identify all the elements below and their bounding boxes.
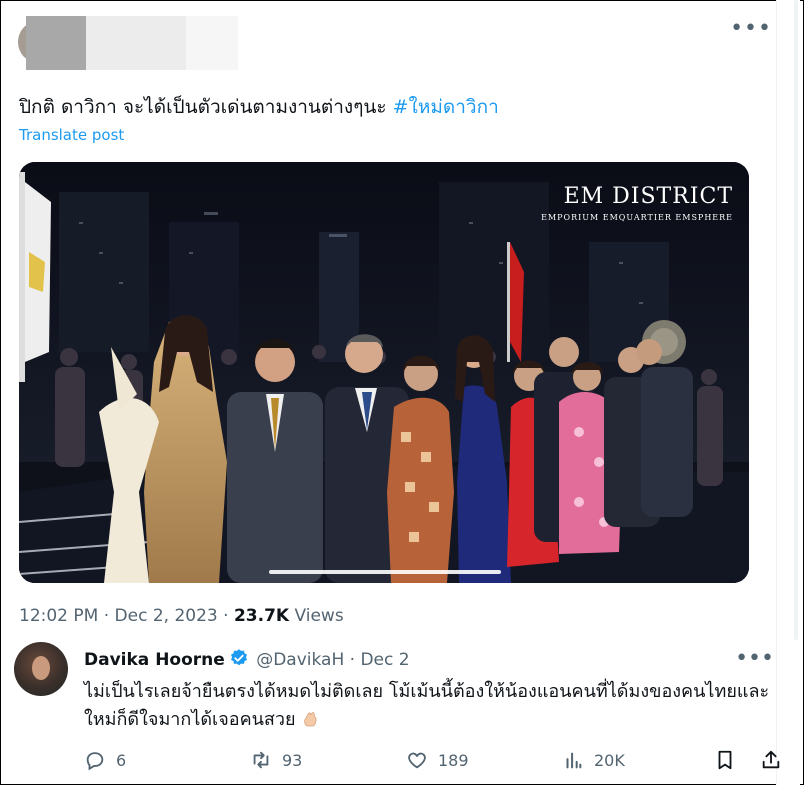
post-body: ปิกติ ดาวิกา จะได้เป็นตัวเด่นตามงานต่างๆ… (19, 96, 393, 118)
reply-button[interactable]: 6 (84, 746, 126, 774)
meta-separator: · (223, 606, 229, 626)
views-button[interactable]: 20K (562, 746, 625, 774)
reply-author-name[interactable]: Davika Hoorne (84, 650, 225, 670)
scrollbar-thumb[interactable] (794, 0, 798, 640)
reply-more-icon[interactable]: ••• (735, 648, 774, 670)
reply-icon (86, 752, 104, 771)
views-icon (566, 752, 582, 769)
reply-actions: 6 93 189 20K (84, 746, 784, 774)
reply-separator: · (349, 650, 356, 670)
translate-post-link[interactable]: Translate post (19, 126, 124, 144)
more-icon[interactable]: ••• (730, 18, 772, 40)
author-handle-blurred (86, 16, 186, 70)
reply-avatar[interactable] (14, 642, 68, 696)
post-text: ปิกติ ดาวิกา จะได้เป็นตัวเด่นตามงานต่างๆ… (19, 92, 499, 122)
reply-text: ไม่เป็นไรเลยจ้ายืนตรงได้หมดไม่ติดเลย โม้… (84, 681, 770, 730)
post-date[interactable]: Dec 2, 2023 (115, 606, 218, 626)
reply-post[interactable]: Davika Hoorne @DavikaH · Dec 2 ••• ไม่เป… (14, 642, 784, 782)
reply-date[interactable]: Dec 2 (360, 650, 409, 670)
repost-count: 93 (282, 750, 303, 770)
reply-author-handle[interactable]: @DavikaH (256, 650, 344, 670)
em-district-logo: EM DISTRICT EMPORIUM EMQUARTIER EMSPHERE (541, 184, 733, 222)
reply-count: 6 (116, 750, 127, 770)
bookmark-button[interactable] (714, 746, 736, 774)
like-button[interactable]: 189 (406, 746, 469, 774)
views-count: 23.7K (233, 606, 290, 626)
repost-button[interactable]: 93 (250, 746, 302, 774)
post-time[interactable]: 12:02 PM (19, 606, 98, 626)
like-count: 189 (438, 750, 469, 770)
views-label: Views (294, 606, 344, 626)
author-name-blurred[interactable] (26, 16, 86, 70)
reply-header: Davika Hoorne @DavikaH · Dec 2 (84, 648, 410, 673)
like-icon (408, 752, 426, 769)
video-progress-bar[interactable] (269, 570, 501, 574)
verified-icon[interactable] (229, 648, 249, 673)
meta-separator: · (103, 606, 110, 626)
post-video[interactable]: EM DISTRICT EMPORIUM EMQUARTIER EMSPHERE (19, 162, 749, 583)
hashtag-link[interactable]: #ใหม่ดาวิกา (393, 96, 499, 118)
post-header (18, 16, 758, 72)
repost-icon (253, 751, 269, 769)
views-count-reply: 20K (594, 750, 625, 770)
author-meta-blurred (186, 16, 238, 70)
share-button[interactable] (760, 746, 782, 774)
share-icon (762, 750, 780, 769)
bookmark-icon (718, 750, 732, 770)
pinched-hand-emoji (301, 709, 319, 727)
video-frame (19, 162, 749, 583)
post-meta: 12:02 PM · Dec 2, 2023 · 23.7K Views (19, 606, 344, 626)
